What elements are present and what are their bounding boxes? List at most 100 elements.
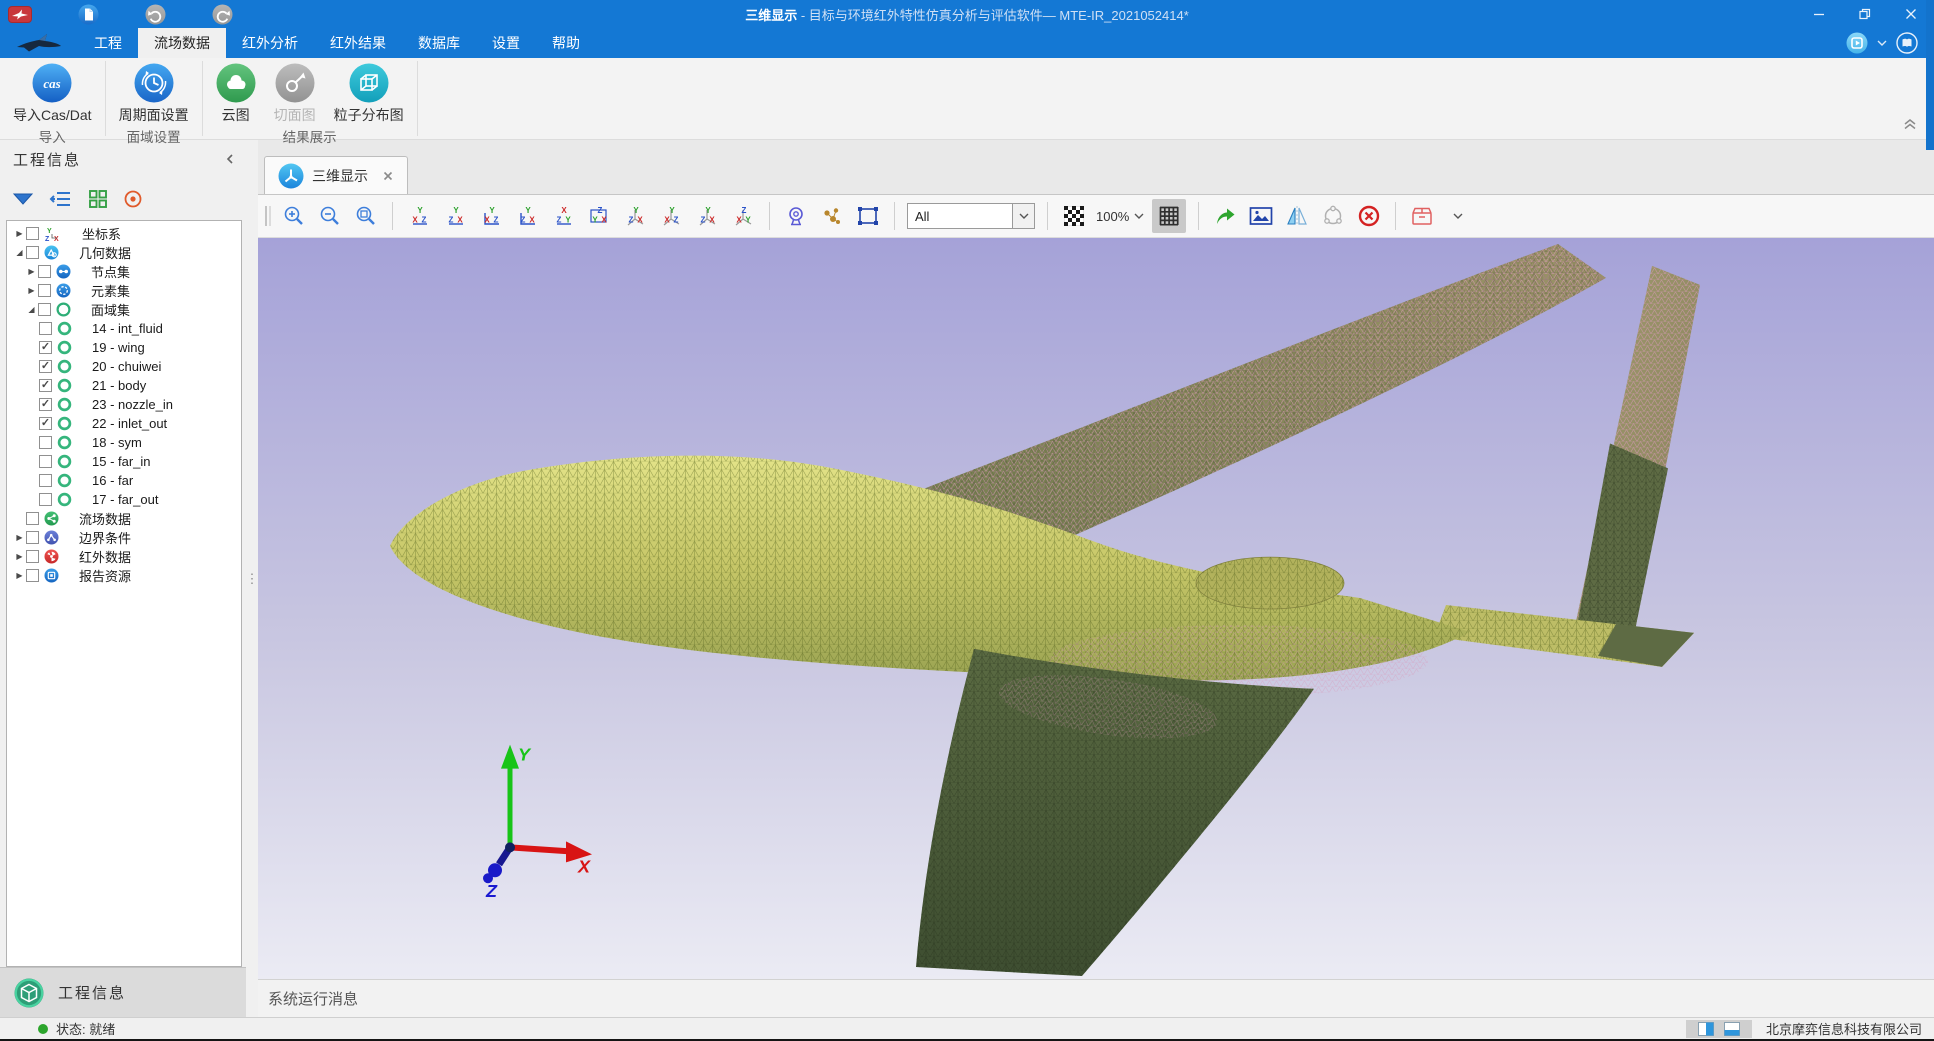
tree-row[interactable]: ✓ 20 - chuiwei [7,357,241,376]
ribbon-button[interactable]: 周期面设置 [110,58,198,125]
category-view-icon[interactable] [88,189,108,209]
tree-checkbox[interactable]: ✓ [39,379,52,392]
ribbon-button[interactable]: cas导入Cas/Dat [4,58,101,125]
tree-row[interactable]: 18 - sym [7,433,241,452]
view-iso-sw-icon[interactable]: YZX [621,202,649,230]
tree-item-label[interactable]: 22 - inlet_out [92,416,167,431]
collapse-panel-icon[interactable] [224,152,236,166]
view-iso-ne-icon[interactable]: YZX [693,202,721,230]
menu-item[interactable]: 红外分析 [226,28,314,58]
tree-item-label[interactable]: 14 - int_fluid [92,321,163,336]
tree-checkbox[interactable] [38,265,51,278]
tree-expand-arrow[interactable]: ▶ [25,267,38,276]
toolbar-grip[interactable] [264,203,272,229]
tree-row[interactable]: ✓ 21 - body [7,376,241,395]
tree-checkbox[interactable] [26,569,39,582]
combo-dropdown-button[interactable] [1012,204,1034,228]
tree-row[interactable]: ▶ 节点集 [7,262,241,281]
panel-splitter[interactable]: ⋮ [246,140,258,1017]
probe-points-icon[interactable] [818,202,846,230]
tree-checkbox[interactable]: ✓ [39,417,52,430]
view-iso-se-icon[interactable]: YXZ [657,202,685,230]
tree-checkbox[interactable]: ✓ [39,398,52,411]
tree-checkbox[interactable] [39,436,52,449]
tree-row[interactable]: ▶ 红外数据 [7,547,241,566]
tree-row[interactable]: 流场数据 [7,509,241,528]
3d-viewport[interactable]: Y X Z [258,238,1934,979]
run-display-icon[interactable] [1846,32,1868,54]
tree-checkbox[interactable]: ✓ [39,341,52,354]
tree-row[interactable]: ◢ 面域集 [7,300,241,319]
minimize-button[interactable] [1796,0,1842,28]
layout-split-icon[interactable] [1698,1022,1714,1036]
help-book-icon[interactable] [1896,32,1918,54]
link-nodes-icon[interactable] [1319,202,1347,230]
tree-item-label[interactable]: 18 - sym [92,435,142,450]
package-icon[interactable] [1408,202,1436,230]
tree-checkbox[interactable] [26,550,39,563]
tree-row[interactable]: 16 - far [7,471,241,490]
tree-expand-arrow[interactable]: ◢ [25,305,38,314]
tree-item-label[interactable]: 面域集 [91,300,130,319]
view-front-icon[interactable]: YXZ [477,202,505,230]
ribbon-button[interactable]: 云图 [207,58,265,125]
new-project-icon[interactable] [78,4,99,25]
close-tab-icon[interactable] [382,170,394,182]
view-left-icon[interactable]: XZY [549,202,577,230]
tree-expand-arrow[interactable]: ▶ [13,533,26,542]
cancel-icon[interactable] [1355,202,1383,230]
zoom-fit-icon[interactable] [352,202,380,230]
mesh-grid-icon[interactable] [1152,199,1186,233]
tree-checkbox[interactable] [39,455,52,468]
tree-row[interactable]: ▶ 边界条件 [7,528,241,547]
filter-icon[interactable] [12,190,34,208]
tree-item-label[interactable]: 节点集 [91,262,130,281]
tree-row[interactable]: 17 - far_out [7,490,241,509]
export-arrow-icon[interactable] [1211,202,1239,230]
tree-item-label[interactable]: 19 - wing [92,340,145,355]
tree-expand-arrow[interactable]: ▶ [25,286,38,295]
tree-row[interactable]: ✓23 - nozzle_in [7,395,241,414]
tree-item-label[interactable]: 边界条件 [79,528,131,547]
zoom-out-icon[interactable] [316,202,344,230]
tab-3d-view[interactable]: 三维显示 [264,156,408,194]
view-right-icon[interactable]: ZYX [585,202,613,230]
tree-item-label[interactable]: 红外数据 [79,547,131,566]
restore-button[interactable] [1842,0,1888,28]
tree-item-label[interactable]: 21 - body [92,378,146,393]
tree-row[interactable]: ✓ 19 - wing [7,338,241,357]
select-region-icon[interactable] [854,202,882,230]
menu-item[interactable]: 流场数据 [138,28,226,58]
tree-row[interactable]: 14 - int_fluid [7,319,241,338]
app-launch-icon[interactable] [8,6,32,23]
tree-checkbox[interactable] [26,227,39,240]
menu-item[interactable]: 红外结果 [314,28,402,58]
locate-icon[interactable] [123,189,143,209]
undo-icon[interactable] [145,4,166,25]
collapse-ribbon-icon[interactable] [1902,117,1918,135]
tree-expand-arrow[interactable]: ▶ [13,552,26,561]
ribbon-button[interactable]: 粒子分布图 [325,58,413,125]
menu-item[interactable]: 数据库 [402,28,476,58]
tree-checkbox[interactable] [38,284,51,297]
tree-item-label[interactable]: 20 - chuiwei [92,359,161,374]
tree-item-label[interactable]: 15 - far_in [92,454,151,469]
project-info-footer-button[interactable]: 工程信息 [0,967,246,1017]
transparency-icon[interactable] [1060,202,1088,230]
tree-checkbox[interactable]: ✓ [39,360,52,373]
outline-list-icon[interactable] [49,189,73,209]
caret-down-icon[interactable] [1877,40,1887,46]
tree-row[interactable]: 15 - far_in [7,452,241,471]
tree-row[interactable]: ▶YZX坐标系 [7,224,241,243]
tree-checkbox[interactable] [26,512,39,525]
tree-item-label[interactable]: 报告资源 [79,566,131,585]
tree-expand-arrow[interactable]: ▶ [13,229,26,238]
tree-item-label[interactable]: 元素集 [91,281,130,300]
tree-item-label[interactable]: 坐标系 [82,224,121,243]
tree-item-label[interactable]: 几何数据 [79,243,131,262]
tree-row[interactable]: ✓ 22 - inlet_out [7,414,241,433]
view-back-icon[interactable]: YZX [513,202,541,230]
tree-row[interactable]: ◢几何数据 [7,243,241,262]
display-filter-combo[interactable]: All [907,203,1035,229]
view-bottom-icon[interactable]: YXZ [405,202,433,230]
